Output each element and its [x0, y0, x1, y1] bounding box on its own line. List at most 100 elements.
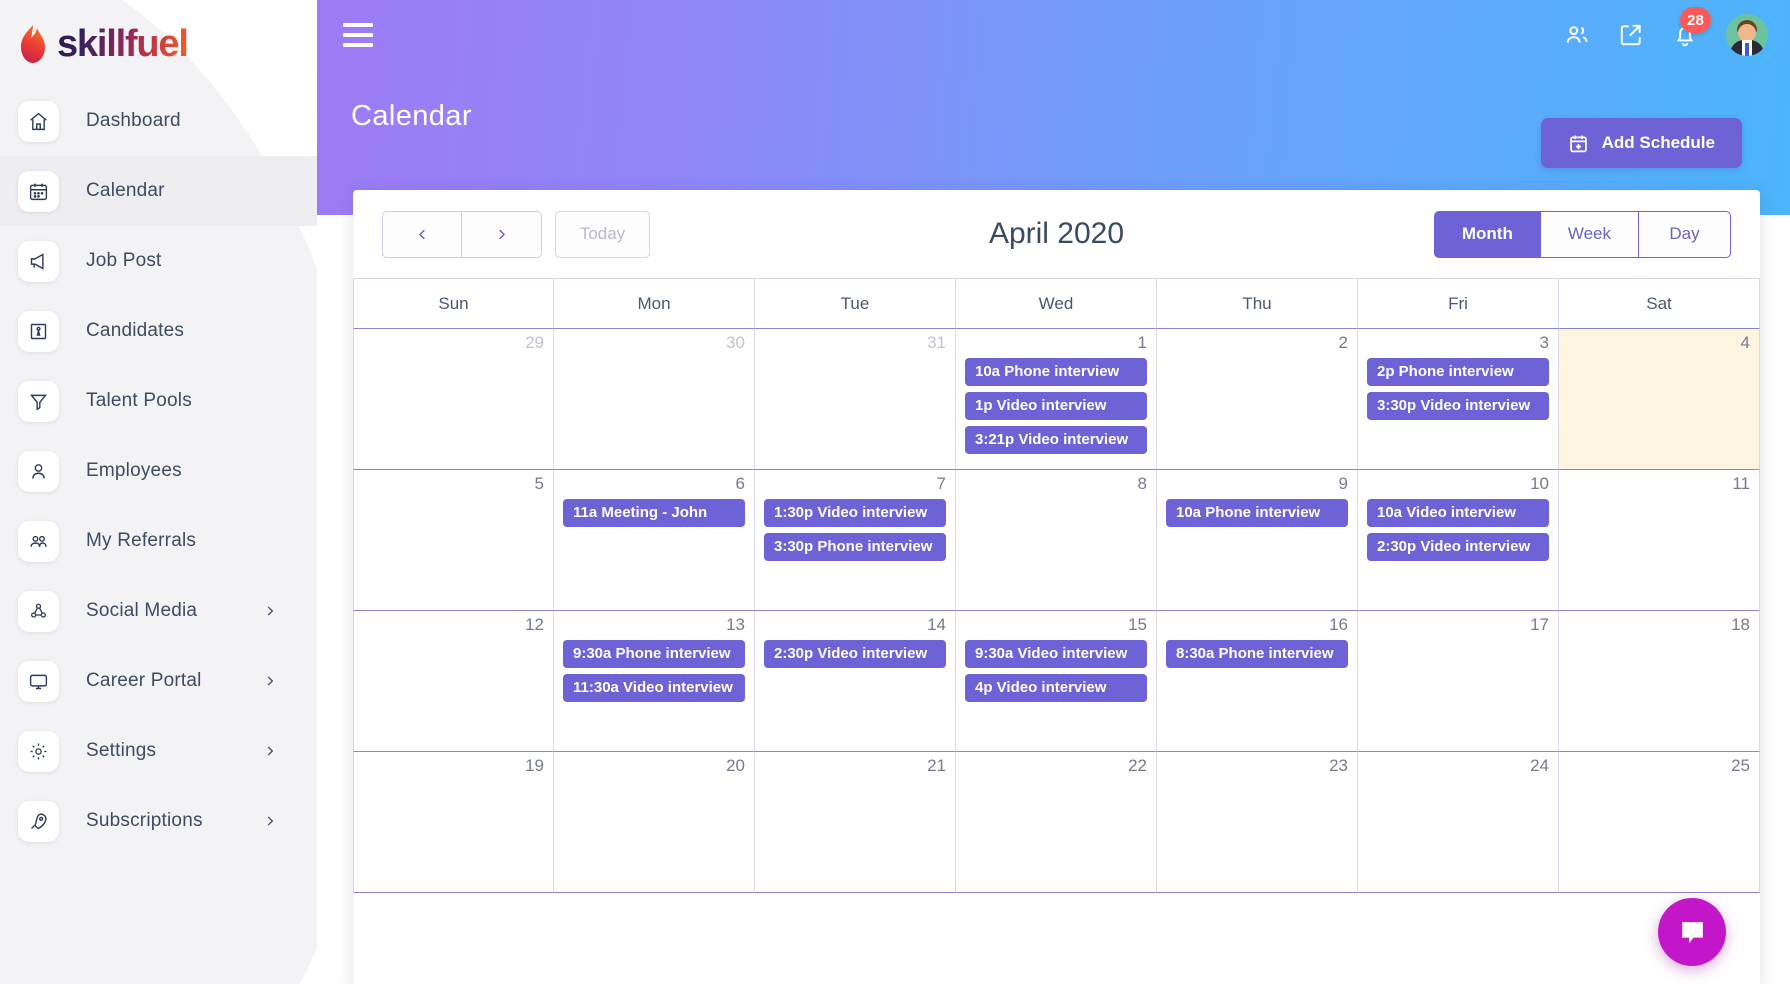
view-button-month[interactable]: Month [1433, 210, 1540, 258]
calendar-event[interactable]: 9:30a Video interview [965, 639, 1147, 668]
sidebar-nav: Dashboard Calendar Job Post Candidates T… [0, 86, 317, 856]
calendar-event[interactable]: 1:30p Video interview [764, 498, 946, 527]
sidebar-item-talent-pools[interactable]: Talent Pools [0, 366, 317, 436]
calendar-day-cell[interactable]: 18 [1559, 611, 1760, 752]
calendar-day-cell[interactable]: 22 [956, 752, 1157, 893]
prev-month-button[interactable] [382, 210, 462, 258]
sidebar-item-label: Candidates [86, 320, 185, 341]
day-number: 2 [1338, 333, 1348, 352]
app-root: skillfuel Dashboard Calendar Job Post Ca… [0, 0, 1790, 984]
sidebar: skillfuel Dashboard Calendar Job Post Ca… [0, 0, 317, 984]
day-number: 15 [1128, 615, 1147, 634]
calendar-event[interactable]: 4p Video interview [965, 673, 1147, 702]
funnel-icon [18, 380, 59, 422]
calendar-day-cell[interactable]: 2 [1157, 329, 1358, 470]
sidebar-item-candidates[interactable]: Candidates [0, 296, 317, 366]
calendar-event[interactable]: 2p Phone interview [1367, 357, 1549, 386]
sidebar-item-label: Social Media [86, 600, 198, 621]
calendar-day-cell[interactable]: 4 [1559, 329, 1760, 470]
calendar-event[interactable]: 8:30a Phone interview [1166, 639, 1348, 668]
day-number: 3 [1539, 333, 1549, 352]
day-number: 13 [726, 615, 745, 634]
calendar-day-cell[interactable]: 23 [1157, 752, 1358, 893]
calendar-day-cell[interactable]: 15 9:30a Video interview 4p Video intervie… [956, 611, 1157, 752]
top-bar-actions: 28 [1564, 7, 1768, 56]
calendar-day-cell[interactable]: 1 10a Phone interview 1p Video interview 3:… [956, 329, 1157, 470]
sidebar-item-social-media[interactable]: Social Media [0, 576, 317, 646]
sidebar-item-my-referrals[interactable]: My Referrals [0, 506, 317, 576]
calendar-day-cell[interactable]: 29 [353, 329, 554, 470]
calendar-day-cell[interactable]: 3 2p Phone interview 3:30p Video interview [1358, 329, 1559, 470]
sidebar-item-employees[interactable]: Employees [0, 436, 317, 506]
calendar-day-cell[interactable]: 24 [1358, 752, 1559, 893]
add-schedule-button[interactable]: Add Schedule [1540, 118, 1742, 168]
calendar-event[interactable]: 10a Video interview [1367, 498, 1549, 527]
calendar-day-cell[interactable]: 11 [1559, 470, 1760, 611]
calendar-day-cell[interactable]: 19 [353, 752, 554, 893]
calendar-grid: Sun Mon Tue Wed Thu Fri Sat 29 30 31 1 10a P… [353, 278, 1760, 893]
day-header: Fri [1358, 279, 1559, 329]
day-header: Tue [755, 279, 956, 329]
people-icon[interactable] [1564, 22, 1590, 48]
calendar-day-cell[interactable]: 10 10a Video interview 2:30p Video intervi… [1358, 470, 1559, 611]
calendar-event[interactable]: 2:30p Video interview [764, 639, 946, 668]
calendar-day-cell[interactable]: 6 11a Meeting - John [554, 470, 755, 611]
calendar-day-cell[interactable]: 13 9:30a Phone interview 11:30a Video inte… [554, 611, 755, 752]
calendar-day-cell[interactable]: 8 [956, 470, 1157, 611]
calendar-day-cell[interactable]: 30 [554, 329, 755, 470]
brand-logo[interactable]: skillfuel [0, 0, 317, 72]
calendar-event[interactable]: 1p Video interview [965, 391, 1147, 420]
calendar-event[interactable]: 10a Phone interview [1166, 498, 1348, 527]
calendar-day-cell[interactable]: 5 [353, 470, 554, 611]
chevron-right-icon [263, 604, 277, 618]
sidebar-item-label: Calendar [86, 180, 165, 201]
calendar-event[interactable]: 3:30p Phone interview [764, 532, 946, 561]
avatar[interactable] [1726, 14, 1768, 56]
monitor-icon [18, 660, 59, 702]
calendar-event[interactable]: 3:30p Video interview [1367, 391, 1549, 420]
calendar-week-row: 5 6 11a Meeting - John 7 1:30p Video intervi… [353, 470, 1760, 611]
flame-icon [21, 25, 45, 63]
sidebar-item-subscriptions[interactable]: Subscriptions [0, 786, 317, 856]
sidebar-item-label: Talent Pools [86, 390, 192, 411]
calendar-event[interactable]: 11:30a Video interview [563, 673, 745, 702]
day-number: 30 [726, 333, 745, 352]
sidebar-item-label: Career Portal [86, 670, 202, 691]
sidebar-item-calendar[interactable]: Calendar [0, 156, 317, 226]
calendar-day-cell[interactable]: 7 1:30p Video interview 3:30p Phone interv… [755, 470, 956, 611]
calendar-day-cell[interactable]: 25 [1559, 752, 1760, 893]
chat-button[interactable] [1658, 898, 1726, 966]
bell-icon[interactable]: 28 [1672, 7, 1711, 48]
calendar-day-cell[interactable]: 16 8:30a Phone interview [1157, 611, 1358, 752]
day-header: Wed [956, 279, 1157, 329]
view-button-day[interactable]: Day [1638, 210, 1731, 258]
calendar-event[interactable]: 11a Meeting - John [563, 498, 745, 527]
calendar-day-cell[interactable]: 20 [554, 752, 755, 893]
calendar-day-cell[interactable]: 12 [353, 611, 554, 752]
calendar-day-cell[interactable]: 14 2:30p Video interview [755, 611, 956, 752]
today-button[interactable]: Today [555, 210, 650, 258]
calendar-event[interactable]: 9:30a Phone interview [563, 639, 745, 668]
calendar-event[interactable]: 2:30p Video interview [1367, 532, 1549, 561]
calendar-day-cell[interactable]: 21 [755, 752, 956, 893]
sidebar-item-dashboard[interactable]: Dashboard [0, 86, 317, 156]
calendar-day-cell[interactable]: 9 10a Phone interview [1157, 470, 1358, 611]
calendar-event[interactable]: 3:21p Video interview [965, 425, 1147, 454]
sidebar-item-job-post[interactable]: Job Post [0, 226, 317, 296]
chat-bubble-icon [1681, 921, 1703, 943]
sidebar-item-label: Dashboard [86, 110, 181, 131]
day-number: 25 [1731, 756, 1750, 775]
view-button-week[interactable]: Week [1539, 210, 1638, 258]
sidebar-item-career-portal[interactable]: Career Portal [0, 646, 317, 716]
hamburger-icon[interactable] [343, 23, 373, 47]
chevron-right-icon [499, 229, 506, 239]
calendar-day-cell[interactable]: 31 [755, 329, 956, 470]
sidebar-item-settings[interactable]: Settings [0, 716, 317, 786]
day-number: 7 [936, 474, 946, 493]
calendar-event[interactable]: 10a Phone interview [965, 357, 1147, 386]
chevron-left-icon [418, 229, 425, 239]
next-month-button[interactable] [462, 210, 542, 258]
external-link-icon[interactable] [1618, 22, 1644, 48]
day-number: 31 [927, 333, 946, 352]
calendar-day-cell[interactable]: 17 [1358, 611, 1559, 752]
